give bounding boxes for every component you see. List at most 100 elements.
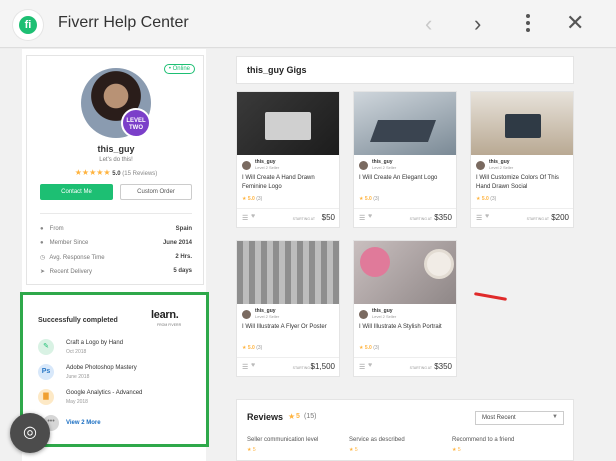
title-bar: fi Fiverr Help Center ‹ › ✕	[0, 0, 616, 48]
laptop-image	[369, 120, 437, 142]
stat-value: 2 Hrs.	[175, 254, 192, 260]
more-options-icon[interactable]	[526, 14, 530, 35]
course-date: Oct 2018	[66, 349, 87, 355]
heart-icon[interactable]: ♥	[368, 213, 372, 220]
review-metric-value: ★ 5	[247, 447, 256, 453]
sort-select-value: Most Recent	[482, 415, 516, 421]
list-icon[interactable]: ☰	[359, 214, 365, 222]
course-date: June 2018	[66, 374, 90, 380]
learn-logo: learn.	[151, 309, 179, 321]
gig-card[interactable]: this_guy Level 2 Seller I Will Illustrat…	[236, 240, 340, 377]
seller-avatar	[359, 161, 368, 170]
stat-response-time: ◷ Avg. Response Time 2 Hrs.	[40, 254, 192, 261]
course-date: May 2018	[66, 399, 88, 405]
close-icon[interactable]: ✕	[566, 10, 584, 36]
gig-price: $350	[434, 213, 452, 222]
review-count: (15 Reviews)	[122, 171, 158, 177]
gig-price: $1,500	[310, 362, 335, 371]
stat-member-since: ● Member Since June 2014	[40, 240, 192, 246]
stat-value: Spain	[175, 226, 192, 232]
reviews-count: (15)	[304, 413, 317, 420]
course-item[interactable]: Ps Adobe Photoshop Mastery June 2018	[38, 364, 188, 384]
review-metric-value: ★ 5	[452, 447, 461, 453]
stat-label: Recent Delivery	[49, 269, 93, 275]
review-metric: Seller communication level ★ 5	[247, 437, 318, 453]
laptop-image	[505, 114, 541, 138]
gig-title[interactable]: I Will Illustrate A Flyer Or Poster	[242, 323, 336, 332]
reviews-score: 5	[296, 413, 300, 420]
clock-icon: ◷	[40, 255, 46, 261]
heart-icon[interactable]: ♥	[368, 362, 372, 369]
seller-level: Level 2 Seller	[255, 165, 280, 170]
chevron-down-icon: ▼	[552, 414, 558, 420]
gig-title[interactable]: I Will Create A Hand Drawn Feminine Logo	[242, 174, 336, 192]
list-icon[interactable]: ☰	[242, 363, 248, 371]
seller-level: Level 2 Seller	[372, 165, 397, 170]
gig-title[interactable]: I Will Create An Elegant Logo	[359, 174, 453, 183]
gig-thumbnail[interactable]	[471, 92, 573, 155]
sort-select[interactable]: Most Recent ▼	[475, 411, 564, 425]
gig-thumbnail[interactable]	[354, 92, 456, 155]
review-metric-value: ★ 5	[349, 447, 358, 453]
gig-footer: ☰ ♥ STARTING AT $50	[237, 208, 339, 228]
lens-icon[interactable]: ◎	[10, 413, 50, 453]
learn-card: Successfully completed learn. FROM FIVER…	[20, 292, 209, 447]
gig-rating: ★ 5.0 (3)	[476, 196, 497, 202]
course-name: Adobe Photoshop Mastery	[66, 365, 137, 371]
level-badge-line1: LEVEL	[126, 118, 146, 124]
send-icon: ➤	[40, 269, 46, 275]
photoshop-icon: Ps	[38, 364, 54, 380]
course-name: Craft a Logo by Hand	[66, 340, 124, 346]
starting-at-label: STARTING AT	[526, 217, 549, 221]
gig-card[interactable]: this_guy Level 2 Seller I Will Create An…	[353, 91, 457, 228]
gig-footer: ☰ ♥ STARTING AT $350	[354, 357, 456, 377]
star-icon: ★★★★★	[74, 168, 111, 177]
list-icon[interactable]: ☰	[359, 363, 365, 371]
contact-me-button[interactable]: Contact Me	[40, 184, 113, 200]
list-icon[interactable]: ☰	[476, 214, 482, 222]
forward-arrow-icon[interactable]: ›	[474, 11, 481, 37]
gig-card[interactable]: this_guy Level 2 Seller I Will Create A …	[236, 91, 340, 228]
seller-avatar	[242, 161, 251, 170]
gig-card[interactable]: this_guy Level 2 Seller I Will Customize…	[470, 91, 574, 228]
seller-avatar	[476, 161, 485, 170]
gig-title[interactable]: I Will Illustrate A Stylish Portrait	[359, 323, 453, 332]
stat-from: ● From Spain	[40, 226, 192, 232]
star-icon: ★	[288, 412, 296, 421]
flower-image	[360, 247, 390, 277]
fiverr-logo: fi	[13, 10, 43, 40]
review-metric: Service as described ★ 5	[349, 437, 405, 453]
gig-thumbnail[interactable]	[237, 92, 339, 155]
course-item[interactable]: ▇ Google Analytics - Advanced May 2018	[38, 389, 188, 409]
gig-price: $50	[321, 213, 335, 222]
stat-label: From	[49, 226, 64, 232]
course-item[interactable]: ✎ Craft a Logo by Hand Oct 2018	[38, 339, 188, 359]
gig-thumbnail[interactable]	[354, 241, 456, 304]
profile-card: • Online LEVEL TWO this_guy Let's do thi…	[26, 55, 204, 285]
list-icon[interactable]: ☰	[242, 214, 248, 222]
gig-thumbnail[interactable]	[237, 241, 339, 304]
review-metric: Recommend to a friend ★ 5	[452, 437, 514, 453]
gig-rating: ★ 5.0 (3)	[359, 345, 380, 351]
gig-price: $200	[551, 213, 569, 222]
review-metric-label: Seller communication level	[247, 437, 319, 443]
user-icon: ●	[40, 240, 44, 246]
custom-order-button[interactable]: Custom Order	[120, 184, 192, 200]
gig-title[interactable]: I Will Customize Colors Of This Hand Dra…	[476, 174, 570, 192]
review-metric-label: Service as described	[349, 437, 405, 443]
seller-avatar	[359, 310, 368, 319]
review-metric-label: Recommend to a friend	[452, 437, 515, 443]
course-name: Google Analytics - Advanced	[66, 390, 143, 396]
back-arrow-icon[interactable]: ‹	[425, 11, 432, 37]
heart-icon[interactable]: ♥	[485, 213, 489, 220]
gigs-header: this_guy Gigs	[236, 56, 574, 84]
learn-logo-sub: FROM FIVERR	[157, 323, 182, 327]
analytics-icon: ▇	[38, 389, 54, 405]
starting-at-label: STARTING AT	[409, 217, 432, 221]
starting-at-label: STARTING AT	[292, 217, 315, 221]
view-more-link[interactable]: View 2 More	[66, 420, 101, 426]
heart-icon[interactable]: ♥	[251, 362, 255, 369]
heart-icon[interactable]: ♥	[251, 213, 255, 220]
gig-card[interactable]: this_guy Level 2 Seller I Will Illustrat…	[353, 240, 457, 377]
profile-username: this_guy	[97, 144, 135, 154]
